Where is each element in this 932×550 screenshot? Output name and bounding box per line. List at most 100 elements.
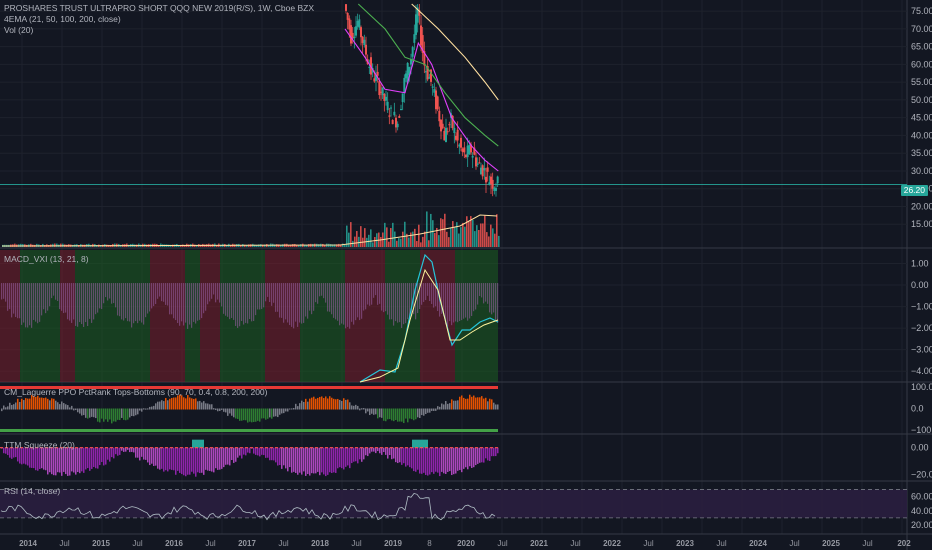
laguerre-bar — [293, 407, 295, 410]
laguerre-bar — [163, 401, 165, 410]
ttm-bar — [69, 447, 71, 476]
time-axis-label: 2021 — [530, 539, 548, 548]
ttm-bar — [141, 447, 143, 457]
candle-body — [363, 39, 366, 46]
macd-hist-bar — [391, 283, 393, 320]
macd-hist-bar — [475, 283, 477, 310]
laguerre-bar — [27, 398, 29, 410]
laguerre-bar — [423, 408, 425, 416]
ttm-bar — [105, 447, 107, 465]
laguerre-legend[interactable]: CM_Laguerre PPO PctRank Tops-Bottoms (90… — [4, 387, 267, 397]
rsi-legend[interactable]: RSI (14, close) — [4, 486, 60, 496]
volume-bar — [372, 242, 374, 247]
laguerre-bar — [25, 398, 27, 410]
chart-area[interactable]: 75.00 70.00 65.00 60.00 55.00 50.00 45.00 40.00… — [0, 0, 932, 550]
ttm-bar — [469, 447, 471, 467]
laguerre-bar — [461, 395, 463, 410]
macd-hist-bar — [197, 283, 199, 321]
ttm-bar — [409, 447, 411, 468]
macd-hist-bar — [301, 283, 303, 324]
ttm-bar — [33, 447, 35, 469]
laguerre-bar — [123, 408, 125, 420]
macd-hist-bar — [135, 283, 137, 322]
laguerre-bar — [287, 408, 289, 412]
macd-tick: −2.00 — [911, 323, 932, 333]
laguerre-bar — [283, 408, 285, 414]
laguerre-bar — [165, 397, 167, 410]
ema-legend[interactable]: 4EMA (21, 50, 100, 200, close) — [4, 14, 121, 24]
macd-hist-bar — [191, 283, 193, 328]
laguerre-bar — [85, 408, 87, 418]
laguerre-bar — [131, 408, 133, 417]
macd-hist-bar — [95, 283, 97, 315]
ttm-bar — [253, 447, 255, 454]
ttm-bar — [231, 447, 233, 461]
macd-hist-bar — [101, 283, 103, 310]
ttm-bar — [333, 447, 335, 473]
macd-hist-bar — [57, 283, 59, 301]
candle-body — [495, 188, 497, 191]
laguerre-bar — [257, 408, 259, 421]
volume-bar — [396, 240, 398, 247]
laguerre-bar — [335, 399, 337, 410]
ttm-bar — [259, 447, 261, 457]
candle-body — [478, 162, 481, 164]
laguerre-bar — [457, 400, 459, 410]
macd-hist-bar — [93, 283, 95, 320]
laguerre-bar — [369, 408, 371, 416]
ttm-bar — [439, 447, 441, 477]
laguerre-bar — [249, 408, 251, 422]
macd-hist-bar — [23, 283, 25, 323]
volume-bar — [480, 223, 482, 247]
volume-legend[interactable]: Vol (20) — [4, 25, 33, 35]
macd-hist-bar — [479, 283, 481, 296]
volume-bar — [458, 233, 460, 247]
macd-legend[interactable]: MACD_VXI (13, 21, 8) — [4, 254, 89, 264]
laguerre-bar — [217, 408, 219, 412]
laguerre-bar — [135, 408, 137, 416]
ttm-bar — [241, 447, 243, 459]
ttm-bar — [287, 447, 289, 472]
laguerre-bar — [147, 408, 149, 410]
ttm-bar — [207, 447, 209, 471]
volume-bar — [20, 243, 22, 247]
macd-hist-bar — [219, 283, 221, 303]
macd-hist-bar — [181, 283, 183, 322]
time-axis-label: Jul — [789, 539, 799, 548]
macd-hist-bar — [183, 283, 185, 326]
laguerre-bar — [77, 408, 79, 413]
macd-hist-bar — [167, 283, 169, 306]
macd-regime-block — [200, 250, 220, 382]
volume-bar — [392, 222, 394, 247]
laguerre-bar — [237, 408, 239, 419]
laguerre-bar — [299, 403, 301, 410]
laguerre-bar — [487, 401, 489, 410]
laguerre-bar — [407, 408, 409, 423]
macd-hist-bar — [225, 283, 227, 316]
macd-hist-bar — [393, 283, 395, 326]
macd-hist-bar — [299, 283, 301, 323]
laguerre-bar — [451, 399, 453, 410]
laguerre-bar — [129, 408, 131, 418]
candle-body — [358, 19, 361, 28]
macd-hist-bar — [163, 283, 165, 302]
macd-hist-bar — [209, 283, 211, 302]
laguerre-bar — [297, 406, 299, 410]
macd-hist-bar — [63, 283, 65, 314]
macd-hist-bar — [491, 283, 493, 315]
macd-hist-bar — [201, 283, 203, 319]
ttm-bar — [397, 447, 399, 464]
chart-canvas[interactable]: 75.00 70.00 65.00 60.00 55.00 50.00 45.00 40.00… — [0, 0, 932, 550]
ttm-bar — [187, 447, 189, 475]
macd-hist-bar — [189, 283, 191, 325]
ttm-legend[interactable]: TTM Squeeze (20) — [4, 440, 75, 450]
macd-hist-bar — [271, 283, 273, 306]
ttm-bar — [131, 447, 133, 452]
laguerre-bar — [497, 404, 499, 410]
macd-hist-bar — [333, 283, 335, 318]
macd-hist-bar — [227, 283, 229, 317]
macd-hist-bar — [235, 283, 237, 326]
volume-bar — [450, 227, 452, 247]
ttm-bar — [183, 447, 185, 476]
laguerre-bar — [183, 397, 185, 410]
